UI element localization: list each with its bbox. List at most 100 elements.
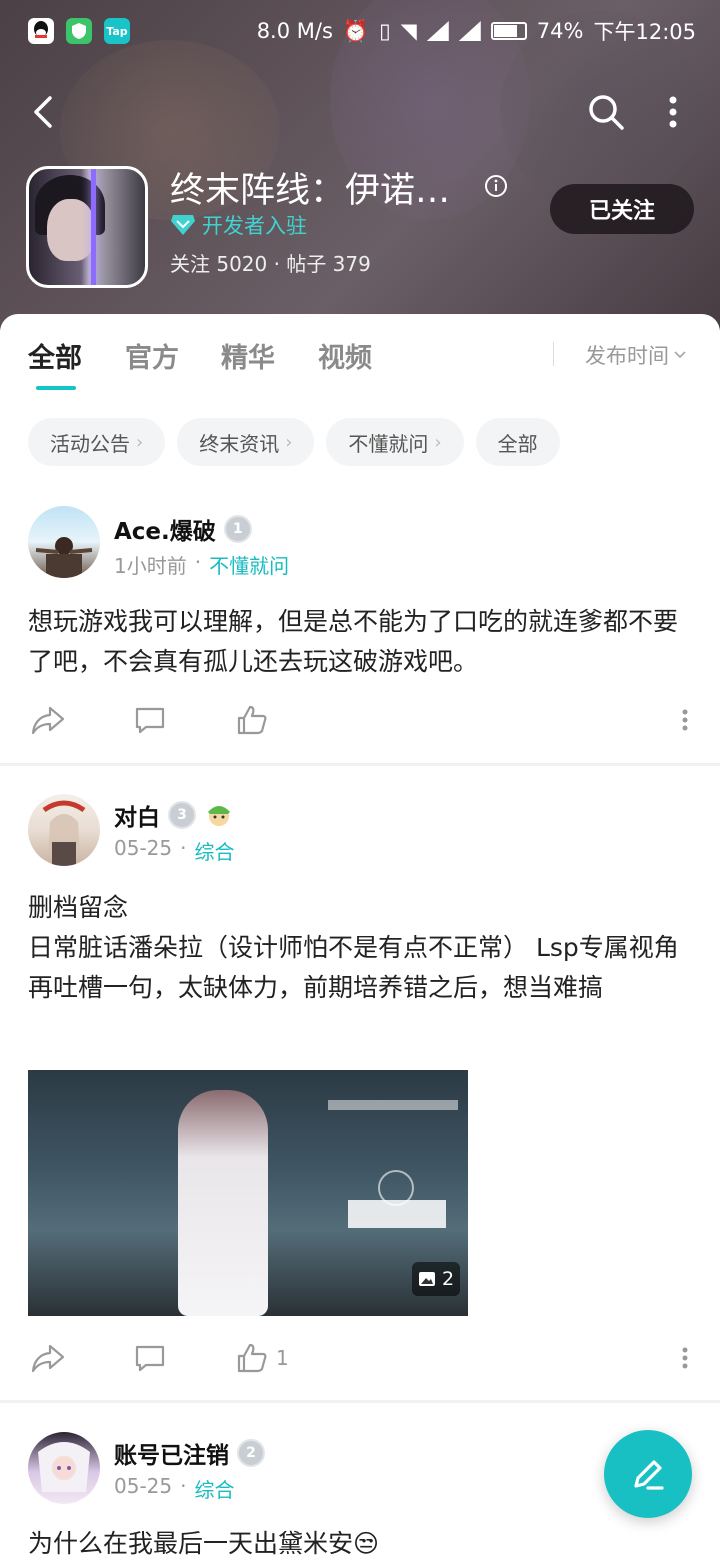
sort-label: 发布时间 [585,344,669,368]
more-button[interactable] [658,92,688,132]
level-badge-icon: 1 [223,515,252,543]
signal-icon [458,21,481,41]
tab-all[interactable]: 全部 [28,336,82,375]
like-count: 1 [276,1346,289,1370]
post-time: 05-25 [114,1474,173,1498]
chevron-down-icon [674,351,686,359]
post-actions: 1 [0,1338,720,1378]
chip-questions[interactable]: 不懂就问 › [326,418,464,466]
post-category[interactable]: 不懂就问 [209,550,289,579]
level-number: 1 [232,521,243,537]
sort-dropdown[interactable]: 发布时间 [585,340,687,370]
taptap-label: Tap [106,24,128,38]
post-more-button[interactable] [678,1338,692,1378]
image-count: 2 [441,1268,455,1290]
image-icon [418,1272,435,1286]
share-button[interactable] [30,1338,66,1378]
meta-separator: · [194,550,202,574]
avatar[interactable] [28,506,100,578]
post-body: 删档留念 日常脏话潘朵拉（设计师怕不是有点不正常） Lsp专属视角 再吐槽一句，… [28,888,692,1008]
status-bar: Tap 8.0 M/s ⏰ ▯ ◥ 74% 下午12:05 [0,0,720,64]
pen-icon [634,1460,664,1490]
post-title: 删档留念 [28,893,129,922]
alarm-icon: ⏰ [342,18,370,43]
level-badge-icon: 3 [168,801,196,829]
tab-official[interactable]: 官方 [125,336,179,375]
post-author[interactable]: Ace.爆破 1 [114,512,252,546]
level-number: 3 [177,807,187,823]
chevron-right-icon: › [285,431,293,453]
diamond-icon [171,215,195,235]
comment-icon [135,1345,165,1372]
thumbs-up-icon [237,705,267,735]
character-badge-icon [208,806,230,826]
post-time: 1小时前 [114,554,187,578]
search-icon [589,95,624,130]
search-button[interactable] [586,92,626,132]
network-speed: 8.0 M/s [256,19,333,43]
follow-button[interactable]: 已关注 [550,184,694,234]
chevron-right-icon: › [434,431,442,453]
post-meta: 05-25 · 综合 [114,1474,234,1503]
post-author[interactable]: 对白 3 [114,798,234,832]
chip-label: 全部 [497,431,538,456]
post-body: 为什么在我最后一天出黛米安😒 [28,1529,380,1558]
battery-icon [490,22,527,40]
tab-featured[interactable]: 精华 [221,336,275,375]
level-badge-icon: 2 [237,1439,265,1467]
post-divider [0,763,720,766]
post-actions [0,700,720,740]
developer-badge-label: 开发者入驻 [202,214,307,238]
info-icon[interactable] [484,174,508,198]
avatar[interactable] [28,794,100,866]
post-category[interactable]: 综合 [194,1474,234,1503]
like-button[interactable] [236,700,268,740]
like-button[interactable]: 1 [236,1338,289,1378]
post-meta: 05-25 · 综合 [114,836,234,865]
chip-news[interactable]: 终末资讯 › [177,418,315,466]
more-vertical-icon [669,96,677,128]
shield-app-icon [66,18,92,44]
post-divider [0,1400,720,1403]
compose-post-button[interactable] [604,1430,692,1518]
back-arrow-icon [34,96,52,128]
post-image[interactable] [28,1070,468,1316]
tab-divider [553,342,554,366]
chip-label: 终末资讯 [199,431,280,456]
taptap-app-icon: Tap [104,18,130,44]
tab-video[interactable]: 视频 [318,336,372,375]
active-tab-indicator [36,386,76,390]
post-category[interactable]: 综合 [194,836,234,865]
post-more-button[interactable] [678,700,692,740]
meta-separator: · [180,1474,187,1498]
author-name: 对白 [114,805,160,831]
developer-badge: 开发者入驻 [170,210,307,240]
wifi-icon: ◥ [400,19,417,43]
comment-button[interactable] [134,700,166,740]
avatar[interactable] [28,1432,100,1504]
game-logo[interactable] [26,166,148,288]
qq-icon [28,18,54,44]
post-author[interactable]: 账号已注销 2 [114,1436,265,1470]
share-icon [31,1344,65,1373]
chip-label: 不懂就问 [348,431,429,456]
category-chips: 活动公告 › 终末资讯 › 不懂就问 › 全部 [28,418,560,466]
vibrate-icon: ▯ [379,19,391,43]
chip-all[interactable]: 全部 [475,418,560,466]
share-icon [31,706,65,735]
post-body: 想玩游戏我可以理解，但是总不能为了口吃的就连爹都不要了吧，不会真有孤儿还去玩这破… [28,607,679,676]
signal-icon [426,21,449,41]
battery-percent: 74% [536,19,584,43]
share-button[interactable] [30,700,66,740]
post-meta: 1小时前 · 不懂就问 [114,550,289,579]
meta-separator: · [180,836,187,860]
comment-button[interactable] [134,1338,166,1378]
more-vertical-icon [682,709,688,731]
back-button[interactable] [24,92,64,132]
game-title: 终末阵线：伊诺… [170,171,451,211]
clock: 下午12:05 [593,20,696,44]
comment-icon [135,707,165,734]
chip-activity-announcement[interactable]: 活动公告 › [28,418,166,466]
more-vertical-icon [682,1347,688,1369]
game-stats: 关注 5020 · 帖子 379 [170,252,371,276]
